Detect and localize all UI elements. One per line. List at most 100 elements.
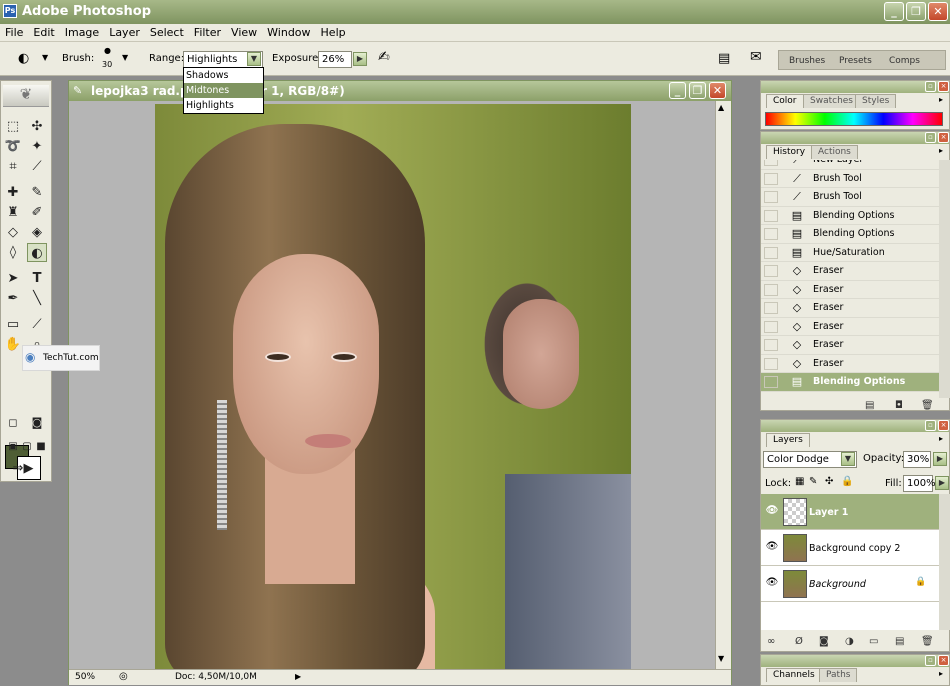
palette-minimize-icon[interactable]: ▫ bbox=[925, 81, 936, 92]
history-source-checkbox[interactable] bbox=[764, 160, 778, 166]
eye-icon[interactable]: 👁 bbox=[765, 577, 779, 591]
menu-view[interactable]: View bbox=[226, 24, 262, 40]
range-option-shadows[interactable]: Shadows bbox=[184, 68, 263, 83]
history-state[interactable]: ⟋ New Layer bbox=[761, 160, 941, 170]
menu-select[interactable]: Select bbox=[145, 24, 189, 40]
scroll-up-icon[interactable]: ▲ bbox=[718, 103, 724, 112]
history-state[interactable]: ◇ Eraser bbox=[761, 355, 941, 373]
layer-style-icon[interactable]: Ø bbox=[795, 636, 803, 647]
standard-mode-icon[interactable]: ◻ bbox=[3, 413, 23, 432]
eye-icon[interactable]: 👁 bbox=[765, 541, 779, 555]
dodge-tool-icon[interactable]: ◐ bbox=[18, 51, 29, 66]
new-snapshot-icon[interactable]: ◘ bbox=[895, 400, 903, 411]
fill-slider-arrow-icon[interactable]: ▶ bbox=[935, 476, 949, 490]
screen-mode-full-icon[interactable]: ■ bbox=[31, 437, 51, 456]
status-menu-arrow-icon[interactable]: ▶ bbox=[295, 672, 301, 681]
history-source-checkbox[interactable] bbox=[764, 172, 778, 185]
zoom-level[interactable]: 50% bbox=[75, 672, 95, 682]
menu-edit[interactable]: Edit bbox=[28, 24, 59, 40]
image-canvas[interactable] bbox=[155, 104, 631, 671]
palette-close-icon[interactable]: × bbox=[938, 132, 949, 143]
feather-logo-icon[interactable]: ❦ bbox=[3, 85, 49, 107]
range-option-highlights[interactable]: Highlights bbox=[184, 98, 263, 113]
history-brush-icon[interactable]: ✐ bbox=[27, 203, 47, 222]
palette-minimize-icon[interactable]: ▫ bbox=[925, 655, 936, 666]
chevron-down-icon[interactable]: ▼ bbox=[247, 52, 261, 66]
palette-options-icon[interactable]: ▸ bbox=[939, 146, 943, 155]
tab-color[interactable]: Color bbox=[766, 94, 804, 108]
opacity-field[interactable]: 30% bbox=[903, 451, 931, 468]
blur-tool-icon[interactable]: ◊ bbox=[3, 243, 23, 262]
exposure-slider-arrow-icon[interactable]: ▶ bbox=[353, 52, 367, 66]
doc-maximize-button[interactable]: ❐ bbox=[689, 82, 706, 99]
palette-minimize-icon[interactable]: ▫ bbox=[925, 132, 936, 143]
brush-dot-icon[interactable]: ● bbox=[104, 46, 111, 55]
line-tool-icon[interactable]: ╲ bbox=[27, 289, 47, 308]
palette-menu-icon[interactable]: ▤ bbox=[718, 51, 730, 66]
well-tab-comps[interactable]: Comps bbox=[889, 56, 920, 66]
history-source-checkbox[interactable] bbox=[764, 191, 778, 203]
paint-bucket-icon[interactable]: ◈ bbox=[27, 223, 47, 242]
history-source-checkbox[interactable] bbox=[764, 320, 778, 333]
palette-options-icon[interactable]: ▸ bbox=[939, 95, 943, 104]
new-group-icon[interactable]: ▭ bbox=[869, 636, 878, 647]
history-state[interactable]: ▤ Hue/Saturation bbox=[761, 244, 941, 262]
menu-layer[interactable]: Layer bbox=[104, 24, 145, 40]
history-state[interactable]: ⟋ Brush Tool bbox=[761, 170, 941, 188]
menu-help[interactable]: Help bbox=[316, 24, 351, 40]
doc-minimize-button[interactable]: _ bbox=[669, 82, 686, 99]
history-state[interactable]: ◇ Eraser bbox=[761, 281, 941, 299]
history-state[interactable]: ⟋ Brush Tool bbox=[761, 188, 941, 207]
vertical-scrollbar[interactable]: ▲ ▼ bbox=[715, 101, 731, 669]
history-source-checkbox[interactable] bbox=[764, 246, 778, 259]
range-select[interactable]: Highlights ▼ bbox=[183, 51, 263, 68]
adjustment-layer-icon[interactable]: ◑ bbox=[845, 636, 854, 647]
trash-icon[interactable]: 🗑 bbox=[921, 636, 934, 647]
slice-tool-icon[interactable]: ⟋ bbox=[27, 157, 47, 176]
opacity-slider-arrow-icon[interactable]: ▶ bbox=[933, 452, 947, 466]
history-source-checkbox[interactable] bbox=[764, 376, 778, 388]
tab-layers[interactable]: Layers bbox=[766, 433, 810, 447]
fill-field[interactable]: 100% bbox=[903, 475, 936, 492]
menu-file[interactable]: File bbox=[0, 24, 28, 40]
history-state[interactable]: ▤ Blending Options bbox=[761, 207, 941, 225]
palette-options-icon[interactable]: ▸ bbox=[939, 434, 943, 443]
history-source-checkbox[interactable] bbox=[764, 265, 778, 277]
lasso-tool-icon[interactable]: ➰ bbox=[3, 137, 23, 156]
well-tab-brushes[interactable]: Brushes bbox=[789, 56, 825, 66]
layers-scrollbar[interactable] bbox=[939, 494, 950, 630]
eyedropper-icon[interactable]: ⟋ bbox=[27, 315, 47, 334]
file-browser-icon[interactable]: ✉ bbox=[750, 49, 762, 65]
clone-stamp-icon[interactable]: ♜ bbox=[3, 203, 23, 222]
new-layer-icon[interactable]: ▤ bbox=[895, 636, 904, 647]
layer-row-background[interactable]: 👁 Background 🔒 bbox=[761, 566, 939, 602]
pen-tool-icon[interactable]: ✒ bbox=[3, 289, 23, 308]
notes-tool-icon[interactable]: ▭ bbox=[3, 315, 23, 334]
type-tool-icon[interactable]: T bbox=[27, 269, 47, 288]
exposure-field[interactable]: 26% bbox=[318, 51, 352, 68]
tab-styles[interactable]: Styles bbox=[855, 94, 897, 108]
lock-pixels-icon[interactable]: ✎ bbox=[809, 476, 817, 487]
well-tab-presets[interactable]: Presets bbox=[839, 56, 872, 66]
path-selection-icon[interactable]: ➤ bbox=[3, 269, 23, 288]
history-source-checkbox[interactable] bbox=[764, 357, 778, 370]
brush-dropdown-icon[interactable]: ▼ bbox=[122, 53, 128, 62]
history-state[interactable]: ◇ Eraser bbox=[761, 262, 941, 281]
quick-mask-icon[interactable]: ◙ bbox=[27, 413, 47, 432]
brush-tool-icon[interactable]: ✎ bbox=[27, 183, 47, 202]
history-source-checkbox[interactable] bbox=[764, 339, 778, 351]
minimize-button[interactable]: _ bbox=[884, 2, 904, 21]
history-state[interactable]: ◇ Eraser bbox=[761, 318, 941, 336]
color-ramp[interactable] bbox=[765, 112, 943, 126]
blend-mode-select[interactable]: Color Dodge ▼ bbox=[763, 451, 857, 468]
doc-close-button[interactable]: ✕ bbox=[709, 82, 726, 99]
history-source-checkbox[interactable] bbox=[764, 228, 778, 240]
dodge-tool-icon[interactable]: ◐ bbox=[27, 243, 47, 262]
palette-options-icon[interactable]: ▸ bbox=[939, 669, 943, 678]
layer-row-layer-1[interactable]: 👁 Layer 1 bbox=[761, 494, 939, 530]
trash-icon[interactable]: 🗑 bbox=[921, 400, 934, 411]
airbrush-icon[interactable]: ✍ bbox=[378, 49, 390, 65]
palette-close-icon[interactable]: × bbox=[938, 81, 949, 92]
palette-close-icon[interactable]: × bbox=[938, 655, 949, 666]
history-source-checkbox[interactable] bbox=[764, 302, 778, 314]
